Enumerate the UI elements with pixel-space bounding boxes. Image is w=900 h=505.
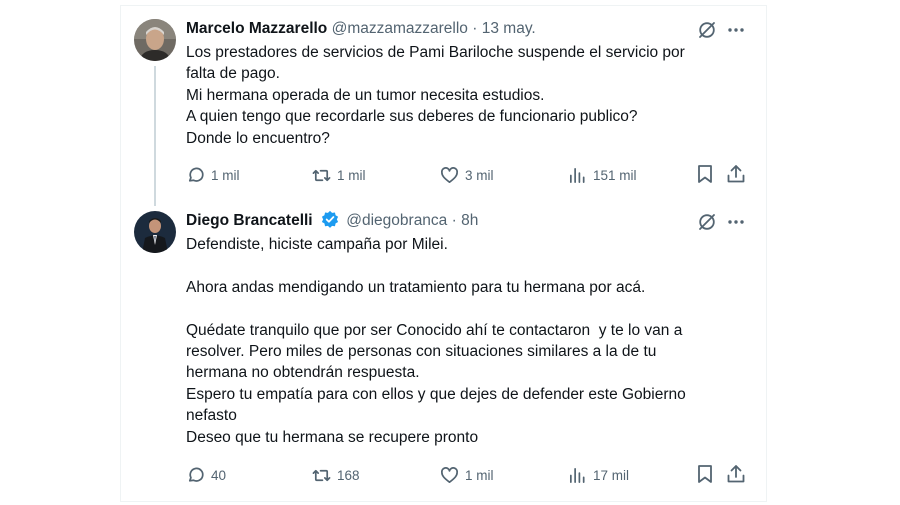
avatar-marcelo-mazzarello[interactable]: [134, 19, 176, 61]
text-line: [186, 255, 686, 276]
share-icon: [727, 465, 745, 483]
tweet-actions: 40 168 1 mil 17 mil: [186, 463, 746, 487]
reply-icon: [188, 467, 204, 482]
like-count: 1 mil: [465, 467, 494, 483]
views-icon: [569, 167, 585, 183]
views-icon: [569, 467, 585, 483]
text-line: resolver. Pero miles de personas con sit…: [186, 343, 657, 360]
text-line: Defendiste, hiciste campaña por Milei.: [186, 236, 448, 253]
timestamp[interactable]: 8h: [461, 212, 478, 229]
views-button[interactable]: 17 mil: [568, 463, 629, 487]
tweet-text: Los prestadores de servicios de Pami Bar…: [186, 42, 685, 149]
text-line: Deseo que tu hermana se recupere pronto: [186, 428, 479, 446]
repost-count: 168: [337, 467, 360, 483]
repost-count: 1 mil: [337, 167, 366, 183]
views-count: 151 mil: [593, 167, 637, 183]
like-icon: [441, 166, 458, 183]
text-line: Donde lo encuentro?: [186, 129, 330, 147]
repost-icon: [312, 169, 331, 181]
timestamp[interactable]: 13 may.: [482, 20, 536, 37]
like-count: 3 mil: [465, 167, 494, 183]
bookmark-button[interactable]: [694, 163, 716, 185]
text-line: nefasto: [186, 407, 237, 425]
avatar-diego-brancatelli[interactable]: [134, 211, 176, 253]
more-icon[interactable]: [726, 212, 746, 232]
like-button[interactable]: 3 mil: [440, 163, 494, 187]
reply-icon: [188, 167, 204, 182]
text-line: hermana no obtendrán respuesta.: [186, 364, 420, 382]
tweet-text: Defendiste, hiciste campaña por Milei. A…: [186, 234, 686, 448]
bookmark-button[interactable]: [694, 463, 716, 485]
author-handle[interactable]: @mazzamazzarello: [332, 20, 468, 37]
separator-dot: ·: [472, 20, 478, 37]
author-handle[interactable]: @diegobranca: [346, 212, 447, 229]
like-button[interactable]: 1 mil: [440, 463, 494, 487]
text-line: A quien tengo que recordarle sus deberes…: [186, 108, 638, 126]
text-line: falta de pago.: [186, 65, 280, 83]
author-name[interactable]: Diego Brancatelli: [186, 212, 313, 229]
reply-count: 40: [211, 467, 227, 483]
views-button[interactable]: 151 mil: [568, 163, 637, 187]
bookmark-icon: [698, 165, 712, 183]
text-line: [186, 298, 686, 319]
bookmark-icon: [698, 465, 712, 483]
verified-badge-icon: [321, 210, 339, 235]
tweet-actions: 1 mil 1 mil 3 mil 151 mil: [186, 163, 746, 187]
separator-dot: ·: [451, 212, 457, 229]
share-button[interactable]: [725, 163, 747, 185]
more-icon[interactable]: [726, 20, 746, 40]
like-icon: [441, 466, 458, 483]
text-line: Mi hermana operada de un tumor necesita …: [186, 86, 545, 104]
share-icon: [727, 165, 745, 183]
text-line: Ahora andas mendigando un tratamiento pa…: [186, 278, 646, 296]
grok-icon[interactable]: [697, 212, 717, 232]
reply-count: 1 mil: [211, 167, 240, 183]
reply-button[interactable]: 40: [186, 463, 226, 487]
text-line: Quédate tranquilo que por ser Conocido a…: [186, 321, 683, 339]
grok-icon[interactable]: [697, 20, 717, 40]
tweet-header: Marcelo Mazzarello @mazzamazzarello · 13…: [186, 18, 536, 40]
thread-connector-line: [154, 66, 156, 206]
author-name[interactable]: Marcelo Mazzarello: [186, 20, 327, 37]
share-button[interactable]: [725, 463, 747, 485]
repost-button[interactable]: 168: [312, 463, 360, 487]
repost-button[interactable]: 1 mil: [312, 163, 366, 187]
text-line: Espero tu empatía para con ellos y que d…: [186, 385, 686, 403]
reply-button[interactable]: 1 mil: [186, 163, 240, 187]
views-count: 17 mil: [593, 467, 630, 483]
text-line: Los prestadores de servicios de Pami Bar…: [186, 44, 685, 61]
repost-icon: [312, 469, 331, 481]
tweet-header: Diego Brancatelli @diegobranca · 8h: [186, 210, 478, 232]
